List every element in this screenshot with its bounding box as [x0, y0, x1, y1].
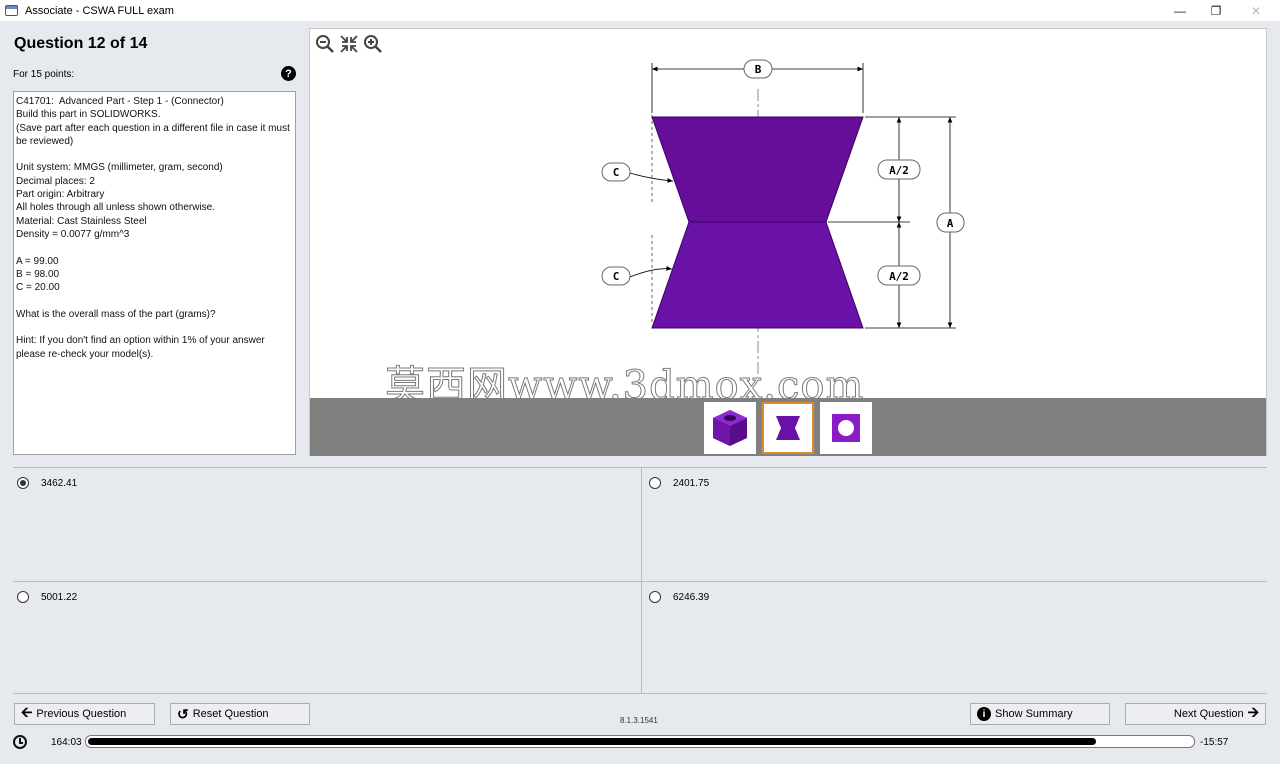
show-summary-button[interactable]: i Show Summary — [970, 703, 1110, 725]
points-label: For 15 points: — [13, 69, 75, 80]
version-label: 8.1.3.1541 — [620, 716, 658, 725]
radio-option-3[interactable] — [17, 591, 29, 603]
thumbnail-front-view[interactable] — [762, 402, 814, 454]
answer-option-1[interactable]: 3462.41 — [17, 477, 77, 489]
label-b: B — [743, 59, 773, 79]
app-icon — [5, 5, 18, 16]
answer-option-4[interactable]: 6246.39 — [649, 591, 709, 603]
reset-question-label: Reset Question — [192, 708, 269, 720]
label-a-half-bottom: A/2 — [877, 265, 921, 286]
svg-text:A: A — [947, 217, 954, 230]
part-top-half — [651, 116, 864, 223]
title-bar: Associate - CSWA FULL exam — ❐ ✕ — [0, 0, 1280, 21]
radio-option-2[interactable] — [649, 477, 661, 489]
dimension-c-bottom-leader — [629, 265, 673, 278]
zoom-in-icon[interactable] — [362, 33, 384, 55]
restore-button[interactable]: ❐ — [1196, 0, 1236, 21]
drawing-viewer[interactable]: B C C A/2 A/2 A 莫西网www.3dmox.com — [309, 28, 1267, 456]
fit-to-window-icon[interactable] — [338, 33, 360, 55]
svg-text:C: C — [613, 166, 620, 179]
question-description[interactable]: C41701: Advanced Part - Step 1 - (Connec… — [13, 91, 296, 455]
minimize-button[interactable]: — — [1160, 0, 1200, 21]
arrow-right-icon: 🡪 — [1247, 704, 1259, 720]
answer-option-2[interactable]: 2401.75 — [649, 477, 709, 489]
label-c-bottom: C — [601, 266, 631, 286]
part-bottom-half — [651, 221, 864, 329]
radio-option-4[interactable] — [649, 591, 661, 603]
previous-question-label: Previous Question — [36, 708, 127, 720]
next-question-label: Next Question — [1173, 708, 1244, 720]
radio-option-1[interactable] — [17, 477, 29, 489]
label-a-half-top: A/2 — [877, 159, 921, 180]
reset-icon: ↺ — [177, 705, 189, 722]
answer-option-1-label: 3462.41 — [41, 477, 78, 489]
label-c-top: C — [601, 162, 631, 182]
show-summary-label: Show Summary — [995, 708, 1073, 720]
svg-text:A/2: A/2 — [889, 270, 909, 283]
thumbnail-top-view[interactable] — [820, 402, 872, 454]
answer-option-4-label: 6246.39 — [673, 591, 710, 603]
help-icon[interactable]: ? — [281, 66, 296, 81]
remaining-time: -15:57 — [1200, 737, 1229, 748]
answer-option-3[interactable]: 5001.22 — [17, 591, 77, 603]
elapsed-time: 164:03 — [51, 737, 82, 748]
window-title: Associate - CSWA FULL exam — [25, 4, 174, 17]
thumbnail-isometric[interactable] — [704, 402, 756, 454]
clock-icon — [13, 735, 27, 749]
label-a: A — [936, 212, 965, 233]
thumbnail-bar — [310, 398, 1266, 456]
answer-option-3-label: 5001.22 — [41, 591, 78, 603]
next-question-button[interactable]: Next Question 🡪 — [1125, 703, 1266, 725]
arrow-left-icon: 🡨 — [21, 704, 33, 720]
previous-question-button[interactable]: 🡨 Previous Question — [14, 703, 155, 725]
info-icon: i — [977, 707, 991, 721]
reset-question-button[interactable]: ↺ Reset Question — [170, 703, 310, 725]
answer-option-2-label: 2401.75 — [673, 477, 710, 489]
svg-text:A/2: A/2 — [889, 164, 909, 177]
time-progress-fill — [88, 738, 1096, 745]
dimension-c-top-leader — [629, 172, 674, 183]
zoom-toolbar — [314, 33, 384, 55]
answer-options: 3462.41 2401.75 5001.22 6246.39 — [13, 467, 1267, 694]
zoom-out-icon[interactable] — [314, 33, 336, 55]
close-button[interactable]: ✕ — [1236, 0, 1276, 21]
engineering-drawing: B C C A/2 A/2 A — [601, 59, 965, 374]
svg-text:C: C — [613, 270, 620, 283]
question-heading: Question 12 of 14 — [14, 35, 148, 52]
time-progress-bar — [85, 735, 1195, 748]
svg-text:B: B — [755, 63, 762, 76]
